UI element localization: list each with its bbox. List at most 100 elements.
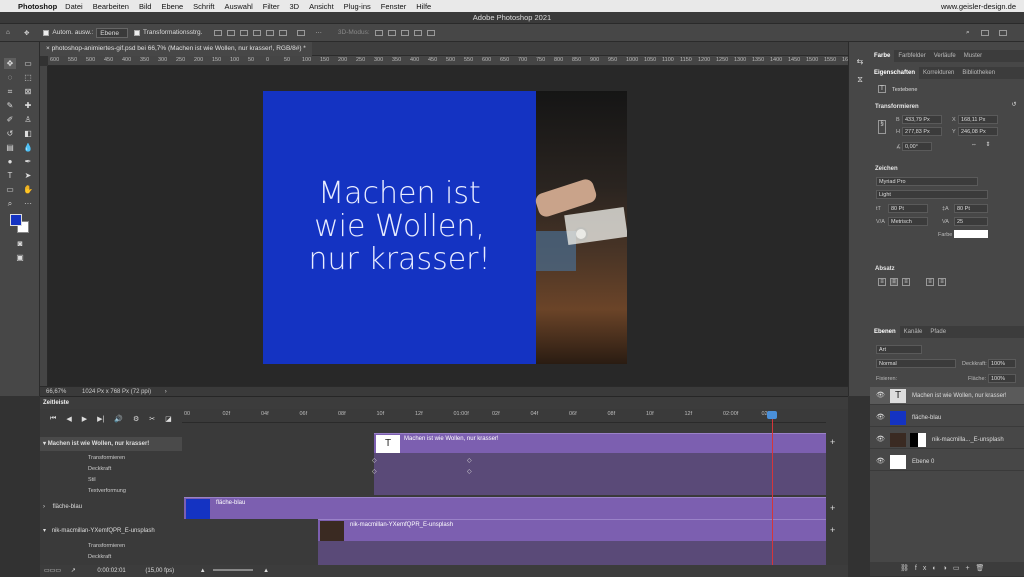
menu-3d[interactable]: 3D	[289, 2, 299, 11]
visibility-eye-icon[interactable]: 👁	[876, 453, 885, 471]
layer-row-text[interactable]: 👁 T Machen ist wie Wollen, nur krasser!	[870, 387, 1024, 405]
track-header-text[interactable]: ▾ Machen ist wie Wollen, nur krasser!	[40, 437, 182, 451]
layer-row-photo[interactable]: 👁 nik-macmilla..._E-unsplash	[870, 431, 1024, 449]
timeline-ruler[interactable]: 00 02f 04f 06f 08f 10f 12f 01:00f 02f 04f 06f 08f 10…	[182, 409, 826, 423]
menu-bild[interactable]: Bild	[139, 2, 152, 11]
keyframe-diamond[interactable]: ◇	[372, 457, 377, 464]
paragraph-section-title[interactable]: Absatz	[875, 266, 895, 272]
new-layer-icon[interactable]: +	[965, 565, 975, 572]
blend-mode-dropdown[interactable]: Normal	[876, 359, 956, 368]
brush-tool-icon[interactable]: ✐	[4, 114, 16, 125]
3d-slide-icon[interactable]	[413, 29, 422, 36]
marquee-tool-icon[interactable]: ⬚	[22, 72, 34, 83]
align-center-text-icon[interactable]: ≡	[890, 278, 898, 286]
eyedropper-tool-icon[interactable]: ✎	[4, 100, 16, 111]
tab-verlaeufe[interactable]: Verläufe	[930, 50, 960, 62]
tab-pfade[interactable]: Pfade	[926, 326, 950, 338]
align-bottom-icon[interactable]	[279, 29, 288, 36]
tab-bibliotheken[interactable]: Bibliotheken	[958, 67, 999, 79]
align-top-icon[interactable]	[253, 29, 262, 36]
align-middle-icon[interactable]	[266, 29, 275, 36]
tab-muster[interactable]: Muster	[960, 50, 986, 62]
keyframe-diamond[interactable]: ◇	[372, 468, 377, 475]
dodge-tool-icon[interactable]: ●	[4, 156, 16, 167]
font-size-field[interactable]: 80 Pt	[888, 204, 928, 213]
3d-orbit-icon[interactable]	[374, 29, 383, 36]
type-tool-icon[interactable]: T	[4, 170, 16, 181]
flip-v-icon[interactable]: ⇕	[984, 142, 992, 150]
distribute-icon[interactable]	[297, 29, 306, 36]
font-family-dropdown[interactable]: Myriad Pro	[876, 177, 978, 186]
split-icon[interactable]: ✂	[149, 415, 155, 423]
audio-icon[interactable]: 🔊	[114, 415, 123, 423]
align-right-text-icon[interactable]: ≡	[902, 278, 910, 286]
align-left-text-icon[interactable]: ≡	[878, 278, 886, 286]
more-options-icon[interactable]: ···	[315, 29, 322, 36]
screen-mode-icon[interactable]: ▣	[14, 252, 26, 263]
menu-ebene[interactable]: Ebene	[161, 2, 183, 11]
width-field[interactable]: 433,79 Px	[902, 115, 942, 124]
status-arrow-icon[interactable]: ›	[165, 389, 167, 395]
workspace-icon[interactable]	[981, 30, 989, 36]
lasso-tool-icon[interactable]: ◌	[4, 72, 16, 83]
menu-datei[interactable]: Datei	[65, 2, 83, 11]
home-icon[interactable]: ⌂	[6, 29, 10, 36]
visibility-eye-icon[interactable]: 👁	[876, 387, 885, 405]
tab-farbe[interactable]: Farbe	[870, 50, 895, 62]
zoom-out-icon[interactable]: ▲	[200, 568, 206, 574]
x-field[interactable]: 168,11 Px	[958, 115, 998, 124]
artboard-tool-icon[interactable]: ▭	[22, 58, 34, 69]
current-time[interactable]: 0:00:02:01	[97, 568, 125, 574]
track-header-photo[interactable]: ▾ nik-macmillan-YXemfQPR_E-unsplash	[40, 527, 182, 534]
text-clip[interactable]: T Machen ist wie Wollen, nur krasser!	[374, 433, 826, 453]
font-style-dropdown[interactable]: Light	[876, 190, 988, 199]
keyframe-diamond[interactable]: ◇	[467, 468, 472, 475]
first-frame-icon[interactable]: ⏮	[50, 415, 56, 423]
layer-filter-dropdown[interactable]: Art	[876, 345, 922, 354]
timeline-zoom-slider[interactable]	[213, 569, 254, 572]
zoom-tool-icon[interactable]: ⌕	[4, 198, 16, 209]
transform-section-title[interactable]: Transformieren	[875, 104, 919, 110]
path-select-icon[interactable]: ➤	[22, 170, 34, 181]
app-menu[interactable]: Photoshop	[18, 2, 57, 11]
trash-icon[interactable]: 🗑	[976, 565, 991, 572]
reset-icon[interactable]: ↺	[1010, 102, 1018, 110]
menu-fenster[interactable]: Fenster	[381, 2, 406, 11]
canvas-area[interactable]: Machen ist wie Wollen, nur krasser!	[48, 66, 848, 386]
tab-farbfelder[interactable]: Farbfelder	[894, 50, 929, 62]
blue-clip[interactable]: fläche-blau	[184, 497, 826, 519]
text-color-swatch[interactable]	[954, 230, 988, 238]
transform-controls-checkbox[interactable]: Transformationsstrg.	[134, 29, 202, 36]
collapse-icon[interactable]: ⇆	[854, 56, 866, 67]
align-center-icon[interactable]	[227, 29, 236, 36]
fill-field[interactable]: 100%	[988, 374, 1016, 383]
eraser-tool-icon[interactable]: ◧	[22, 128, 34, 139]
leading-field[interactable]: 80 Pt	[954, 204, 988, 213]
pen-tool-icon[interactable]: ✒	[22, 156, 34, 167]
zoom-in-icon[interactable]: ▲	[263, 568, 269, 574]
menu-ansicht[interactable]: Ansicht	[309, 2, 334, 11]
adjustment-icon[interactable]: ◑	[943, 565, 953, 572]
headline-text[interactable]: Machen ist wie Wollen, nur krasser!	[263, 177, 536, 276]
visibility-eye-icon[interactable]: 👁	[876, 409, 885, 427]
history-icon[interactable]: ⧖	[854, 74, 866, 85]
crop-tool-icon[interactable]: ⌗	[4, 86, 16, 97]
gradient-tool-icon[interactable]: ▤	[4, 142, 16, 153]
document-tab[interactable]: × photoshop-animiertes-gif.psd bei 66,7%…	[40, 42, 312, 56]
search-icon[interactable]: ⌕	[966, 29, 970, 37]
more-tools-icon[interactable]: ···	[22, 198, 34, 209]
fx-icon[interactable]: fx	[915, 565, 932, 572]
artboard[interactable]: Machen ist wie Wollen, nur krasser!	[263, 91, 627, 364]
menu-plugins[interactable]: Plug-ins	[344, 2, 371, 11]
menu-hilfe[interactable]: Hilfe	[416, 2, 431, 11]
3d-scale-icon[interactable]	[426, 29, 435, 36]
justify-icon[interactable]: ≡	[926, 278, 934, 286]
history-brush-icon[interactable]: ↺	[4, 128, 16, 139]
auto-select-dropdown[interactable]: Ebene	[96, 27, 129, 38]
keyframe-diamond[interactable]: ◇	[467, 457, 472, 464]
menu-auswahl[interactable]: Auswahl	[224, 2, 252, 11]
link-icon[interactable]: §	[878, 120, 886, 134]
blur-tool-icon[interactable]: 💧	[22, 142, 34, 153]
visibility-eye-icon[interactable]: 👁	[876, 431, 885, 449]
shape-tool-icon[interactable]: ▭	[4, 184, 16, 195]
